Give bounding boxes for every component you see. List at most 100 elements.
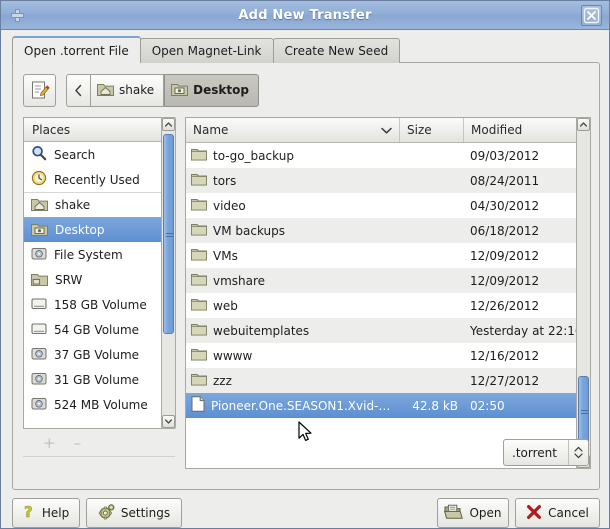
path-back-button[interactable] [66, 73, 91, 107]
file-modified: 12/09/2012 [470, 273, 540, 288]
file-modified: 02:50 [470, 398, 505, 413]
places-item-volume-54gb[interactable]: 54 GB Volume [24, 317, 174, 342]
drive-icon [31, 371, 47, 389]
places-item-volume-37gb[interactable]: 37 GB Volume [24, 342, 174, 367]
scroll-up-arrow-icon[interactable] [162, 118, 175, 131]
folder-icon [191, 147, 207, 164]
remove-place-button[interactable]: – [74, 434, 82, 452]
file-modified: 04/30/2012 [470, 198, 540, 213]
column-label: Name [193, 123, 229, 137]
file-chooser-panel: shake Desktop Places Search Recently Use… [12, 62, 600, 490]
table-row[interactable]: zzz 12/27/2012 [186, 368, 590, 393]
open-button[interactable]: Open [437, 498, 509, 528]
edit-location-icon[interactable] [23, 73, 56, 107]
places-item-label: SRW [55, 272, 83, 287]
places-item-volume-158gb[interactable]: 158 GB Volume [24, 292, 174, 317]
file-type-filter[interactable]: .torrent [503, 439, 589, 466]
add-new-transfer-dialog: Add New Transfer Open .torrent File Open… [0, 0, 610, 529]
gear-icon [98, 503, 115, 523]
table-row[interactable]: tors 08/24/2011 [186, 168, 590, 193]
column-header-size[interactable]: Size [400, 118, 464, 142]
file-name: VM backups [213, 223, 285, 238]
filter-value: .torrent [512, 445, 557, 460]
file-modified: 06/18/2012 [470, 223, 540, 238]
folder-icon [191, 197, 207, 214]
table-row[interactable]: vmshare 12/09/2012 [186, 268, 590, 293]
places-item-label: Recently Used [54, 172, 140, 187]
table-row[interactable]: wwww 12/16/2012 [186, 343, 590, 368]
tab-open-torrent-file[interactable]: Open .torrent File [12, 36, 141, 63]
file-name: vmshare [213, 273, 266, 288]
home-folder-icon [97, 81, 114, 99]
file-list-scrollbar[interactable] [576, 117, 591, 469]
places-item-label: Desktop [55, 222, 105, 237]
button-label: Cancel [548, 506, 589, 520]
places-item-label: 158 GB Volume [54, 297, 147, 312]
file-name: tors [213, 173, 237, 188]
table-row[interactable]: VM backups 06/18/2012 [186, 218, 590, 243]
drive-icon [31, 396, 47, 414]
document-icon [191, 396, 205, 415]
close-icon[interactable] [581, 5, 602, 26]
places-item-desktop[interactable]: Desktop [24, 217, 174, 242]
tab-open-magnet-link[interactable]: Open Magnet-Link [139, 38, 274, 63]
places-item-shake[interactable]: shake [24, 192, 174, 217]
places-item-recently-used[interactable]: Recently Used [24, 167, 174, 192]
folder-icon [191, 222, 207, 239]
chevron-down-icon [381, 123, 392, 137]
tab-create-new-seed[interactable]: Create New Seed [272, 38, 401, 63]
breadcrumb-label: Desktop [193, 83, 249, 97]
places-item-file-system[interactable]: File System [24, 242, 174, 267]
places-item-search[interactable]: Search [24, 142, 174, 167]
help-button[interactable]: ? Help [12, 498, 80, 528]
file-name: VMs [213, 248, 238, 263]
x-mark-icon [526, 504, 542, 523]
file-list-scrollbar-thumb[interactable] [578, 376, 589, 446]
column-header-modified[interactable]: Modified [464, 118, 576, 142]
cancel-button[interactable]: Cancel [515, 498, 600, 528]
places-item-volume-524mb[interactable]: 524 MB Volume [24, 392, 174, 417]
places-item-label: shake [55, 198, 91, 212]
column-header-name[interactable]: Name [186, 118, 400, 142]
table-row[interactable]: video 04/30/2012 [186, 193, 590, 218]
file-name: to-go_backup [213, 148, 294, 163]
breadcrumb-shake[interactable]: shake [91, 73, 165, 107]
drive-icon [31, 246, 47, 264]
window-title: Add New Transfer [238, 7, 372, 23]
places-scrollbar-thumb[interactable] [163, 134, 174, 334]
titlebar: Add New Transfer [1, 1, 609, 30]
spinner-up-down-icon[interactable] [568, 440, 588, 465]
places-footer: + – [23, 429, 175, 457]
search-icon [31, 145, 47, 164]
file-name: web [213, 298, 238, 313]
table-row[interactable]: Pioneer.One.SEASON1.Xvid-… 42.8 kB 02:50 [186, 393, 590, 418]
places-item-label: 54 GB Volume [54, 322, 140, 337]
places-item-srw[interactable]: SRW [24, 267, 174, 292]
column-label: Modified [471, 123, 523, 137]
add-place-button[interactable]: + [43, 434, 56, 452]
places-item-volume-31gb[interactable]: 31 GB Volume [24, 367, 174, 392]
volume-icon [31, 321, 47, 339]
breadcrumb-desktop[interactable]: Desktop [164, 73, 259, 107]
places-header: Places [24, 118, 174, 142]
table-row[interactable]: webuitemplates Yesterday at 22:16 [186, 318, 590, 343]
table-row[interactable]: to-go_backup 09/03/2012 [186, 143, 590, 168]
places-item-label: 37 GB Volume [54, 347, 140, 362]
file-modified: Yesterday at 22:16 [470, 323, 583, 338]
table-row[interactable]: VMs 12/09/2012 [186, 243, 590, 268]
table-row[interactable]: web 12/26/2012 [186, 293, 590, 318]
places-scrollbar[interactable] [161, 117, 176, 429]
file-name: zzz [213, 373, 232, 388]
file-name: Pioneer.One.SEASON1.Xvid-… [211, 398, 391, 413]
scroll-up-arrow-icon[interactable] [577, 118, 590, 131]
settings-button[interactable]: Settings [86, 498, 182, 528]
file-modified: 09/03/2012 [470, 148, 540, 163]
file-modified: 12/16/2012 [470, 348, 540, 363]
button-label: Open [469, 506, 502, 520]
desktop-folder-icon [31, 221, 48, 239]
tab-label: Create New Seed [284, 44, 389, 58]
plus-icon [11, 9, 24, 22]
file-name: webuitemplates [213, 323, 310, 338]
tab-strip: Open .torrent File Open Magnet-Link Crea… [12, 36, 401, 63]
scroll-down-arrow-icon[interactable] [162, 415, 175, 428]
